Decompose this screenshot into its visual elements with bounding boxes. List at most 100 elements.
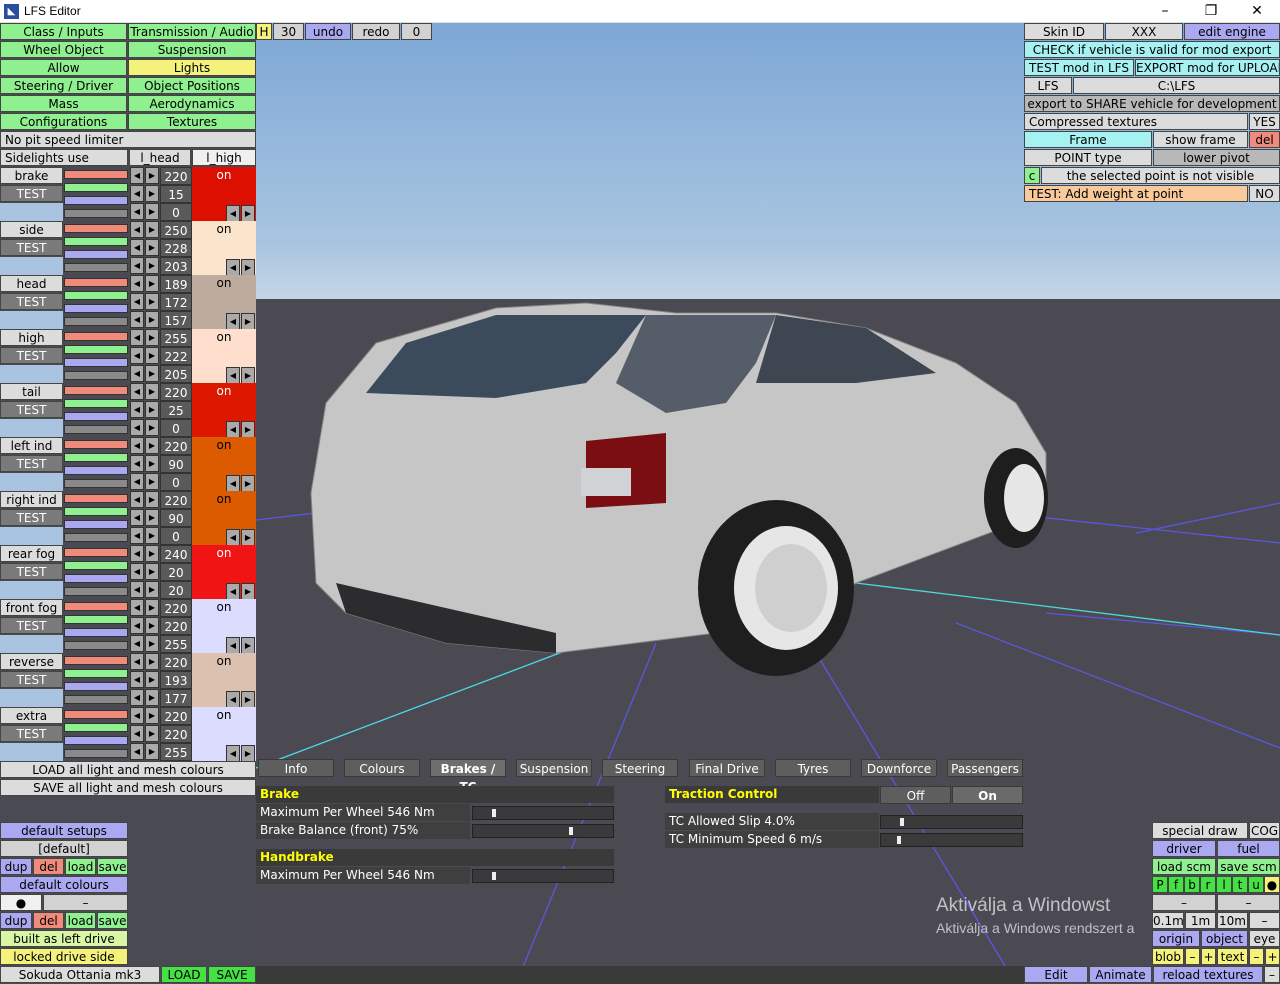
light-right-ind-test-button[interactable]: TEST [0,509,63,526]
light-extra-swatch-left-icon[interactable]: ◀ [226,745,240,762]
light-right-ind-bar-0[interactable] [64,494,128,503]
light-front-fog-left-arrow-icon[interactable]: ◀ [130,635,144,652]
light-head-right-arrow-icon[interactable]: ▶ [145,275,159,292]
light-brake-right-arrow-icon[interactable]: ▶ [145,203,159,220]
save-all-colours-button[interactable]: SAVE all light and mesh colours [0,779,256,796]
light-high-right-arrow-icon[interactable]: ▶ [145,329,159,346]
undo-button[interactable]: undo [305,23,351,40]
c-button[interactable]: c [1024,167,1040,184]
light-brake-left-arrow-icon[interactable]: ◀ [130,185,144,202]
light-brake-swatch-left-icon[interactable]: ◀ [226,205,240,222]
light-front-fog-left-arrow-icon[interactable]: ◀ [130,617,144,634]
light-brake-swatch-right-icon[interactable]: ▶ [241,205,255,222]
tab-brakes-tc[interactable]: Brakes / TC [430,759,506,794]
light-reverse-bar-1[interactable] [64,669,128,678]
light-left-ind-bar-1[interactable] [64,453,128,462]
colour-dash-button[interactable]: – [43,894,128,911]
light-left-ind-swatch-left-icon[interactable]: ◀ [226,475,240,492]
light-right-ind-left-arrow-icon[interactable]: ◀ [130,527,144,544]
handbrake-knob[interactable] [492,872,497,880]
light-front-fog-bar-1[interactable] [64,615,128,624]
default-setups-button[interactable]: default setups [0,822,128,839]
grid-off-button[interactable]: – [1249,912,1280,929]
light-rear-fog-bar-0[interactable] [64,548,128,557]
tab-downforce[interactable]: Downforce [861,759,937,777]
edit-mode-button[interactable]: Edit [1024,966,1088,983]
light-front-fog-right-arrow-icon[interactable]: ▶ [145,617,159,634]
brake-max-per-wheel-slider[interactable] [472,806,614,820]
light-high-left-arrow-icon[interactable]: ◀ [130,329,144,346]
eye-button[interactable]: eye [1249,930,1280,947]
save-colours-button[interactable]: save [97,912,128,929]
menu-suspension[interactable]: Suspension [128,41,256,58]
light-extra-left-arrow-icon[interactable]: ◀ [130,707,144,724]
save-scm-button[interactable]: save scm [1217,858,1280,875]
light-side-right-arrow-icon[interactable]: ▶ [145,257,159,274]
undo-count[interactable]: 30 [273,23,304,40]
light-brake-b-value[interactable]: 0 [160,203,192,221]
locked-drive-side-button[interactable]: locked drive side [0,948,128,965]
light-side-r-value[interactable]: 250 [160,221,192,239]
light-head-left-arrow-icon[interactable]: ◀ [130,293,144,310]
light-reverse-b-value[interactable]: 177 [160,689,192,707]
frame-button[interactable]: Frame [1024,131,1152,148]
light-brake-left-arrow-icon[interactable]: ◀ [130,203,144,220]
tab-info[interactable]: Info [258,759,334,777]
light-extra-b-value[interactable]: 255 [160,743,192,761]
light-rear-fog-right-arrow-icon[interactable]: ▶ [145,563,159,580]
default-setup-item[interactable]: [default] [0,840,128,857]
save-setup-button[interactable]: save [97,858,128,875]
text-minus-button[interactable]: – [1249,948,1264,965]
light-extra-right-arrow-icon[interactable]: ▶ [145,725,159,742]
scm-letter-6[interactable]: u [1248,876,1264,893]
light-side-g-value[interactable]: 228 [160,239,192,257]
load-setup-button[interactable]: load [65,858,96,875]
light-side-b-value[interactable]: 203 [160,257,192,275]
menu-steering-driver[interactable]: Steering / Driver [0,77,127,94]
sidelights-l-high[interactable]: l_high [192,149,256,166]
light-extra-bar-3[interactable] [64,749,128,758]
light-right-ind-swatch-right-icon[interactable]: ▶ [241,529,255,546]
animate-mode-button[interactable]: Animate [1089,966,1152,983]
light-brake-g-value[interactable]: 15 [160,185,192,203]
light-rear-fog-swatch-right-icon[interactable]: ▶ [241,583,255,600]
tab-steering[interactable]: Steering [602,759,678,777]
test-weight-toggle[interactable]: NO [1249,185,1280,202]
test-weight-button[interactable]: TEST: Add weight at point [1024,185,1248,202]
light-extra-right-arrow-icon[interactable]: ▶ [145,707,159,724]
dash-button-1[interactable]: – [1152,894,1216,911]
light-right-ind-g-value[interactable]: 90 [160,509,192,527]
scm-letter-3[interactable]: r [1200,876,1216,893]
light-side-bar-1[interactable] [64,237,128,246]
tab-colours[interactable]: Colours [344,759,420,777]
brake-balance-knob[interactable] [568,827,573,835]
light-left-ind-left-arrow-icon[interactable]: ◀ [130,437,144,454]
light-rear-fog-left-arrow-icon[interactable]: ◀ [130,581,144,598]
light-right-ind-r-value[interactable]: 220 [160,491,192,509]
menu-lights[interactable]: Lights [128,59,256,76]
light-side-left-arrow-icon[interactable]: ◀ [130,221,144,238]
brake-max-knob[interactable] [492,809,497,817]
light-tail-b-value[interactable]: 0 [160,419,192,437]
light-left-ind-g-value[interactable]: 90 [160,455,192,473]
light-reverse-bar-2[interactable] [64,682,128,691]
object-button[interactable]: object [1201,930,1248,947]
no-pit-speed-limiter[interactable]: No pit speed limiter [0,131,256,148]
light-head-right-arrow-icon[interactable]: ▶ [145,293,159,310]
light-front-fog-test-button[interactable]: TEST [0,617,63,634]
light-rear-fog-right-arrow-icon[interactable]: ▶ [145,545,159,562]
tab-tyres[interactable]: Tyres [775,759,851,777]
test-mod-button[interactable]: TEST mod in LFS [1024,59,1134,76]
light-head-swatch-left-icon[interactable]: ◀ [226,313,240,330]
grid-10m-button[interactable]: 10m [1217,912,1248,929]
light-right-ind-swatch-left-icon[interactable]: ◀ [226,529,240,546]
h-button[interactable]: H [256,23,272,40]
load-scm-button[interactable]: load scm [1152,858,1216,875]
light-extra-left-arrow-icon[interactable]: ◀ [130,743,144,760]
light-high-swatch-right-icon[interactable]: ▶ [241,367,255,384]
light-rear-fog-g-value[interactable]: 20 [160,563,192,581]
light-right-ind-b-value[interactable]: 0 [160,527,192,545]
light-reverse-right-arrow-icon[interactable]: ▶ [145,653,159,670]
brake-balance-slider[interactable] [472,824,614,838]
light-reverse-swatch-left-icon[interactable]: ◀ [226,691,240,708]
